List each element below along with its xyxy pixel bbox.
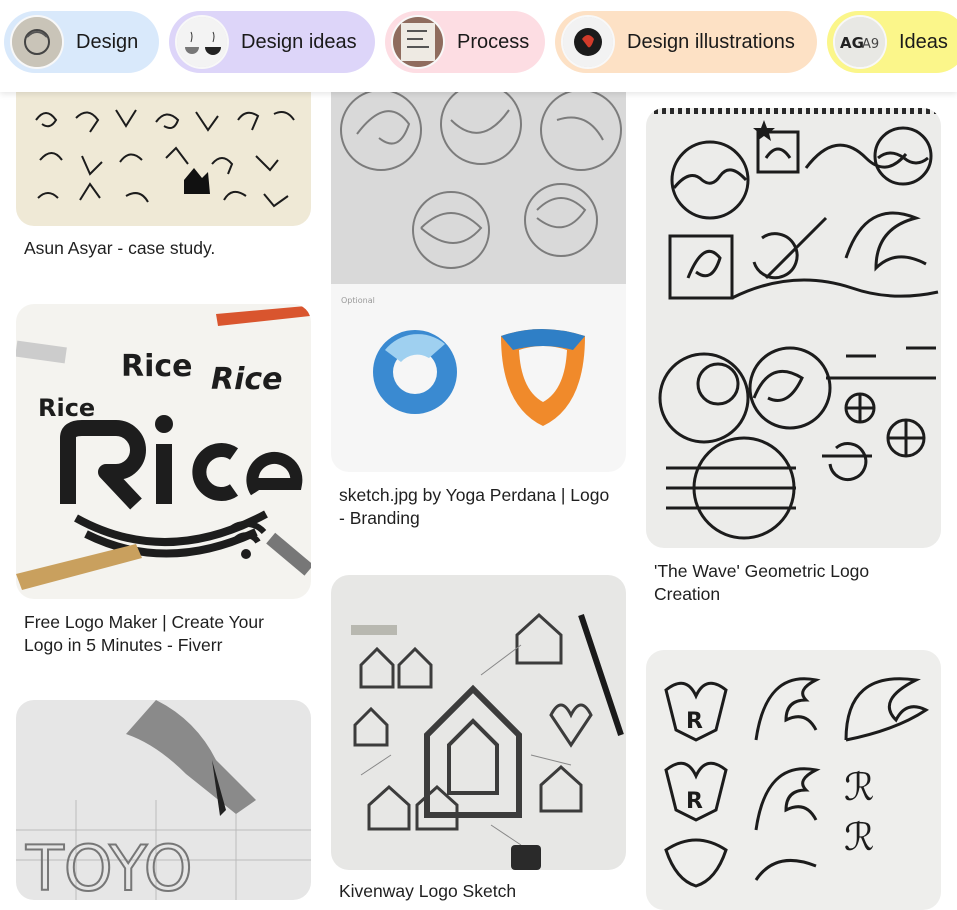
category-chip-bar: Design Design ideas Process Design illus… <box>0 0 957 92</box>
pin-title: sketch.jpg by Yoga Perdana | Logo - Bran… <box>339 485 610 528</box>
chip-process-thumbnail <box>391 15 445 69</box>
chip-design-thumbnail <box>10 15 64 69</box>
pin-image: R R ℛ ℛ <box>646 650 941 910</box>
chip-design-ideas[interactable]: Design ideas <box>169 11 375 73</box>
chip-ideas-thumbnail: AG A9 <box>833 15 887 69</box>
chip-label: Design illustrations <box>627 30 795 53</box>
chip-label: Ideas <box>899 30 948 53</box>
chip-label: Design <box>76 30 139 53</box>
svg-text:Optional: Optional <box>341 296 375 305</box>
svg-text:ℛ: ℛ <box>844 815 874 859</box>
chip-design-illustrations[interactable]: Design illustrations <box>555 11 817 73</box>
chip-label: Process <box>457 30 530 53</box>
svg-text:R: R <box>686 709 703 734</box>
pin-rice-logo[interactable]: Rice Rice Rice Free Logo Maker | Create … <box>16 304 311 664</box>
pin-image <box>646 108 941 548</box>
pin-image: Optional <box>331 60 626 472</box>
chip-ideas[interactable]: AG A9 Ideas <box>827 11 957 73</box>
pin-title: 'The Wave' Geometric Logo Creation <box>654 561 870 604</box>
chip-process[interactable]: Process <box>385 11 545 73</box>
chip-design[interactable]: Design <box>4 11 159 73</box>
svg-text:Rice: Rice <box>121 349 193 384</box>
pin-wave-geometric-logo[interactable]: 'The Wave' Geometric Logo Creation <box>646 108 941 618</box>
svg-text:Rice: Rice <box>211 362 283 397</box>
chip-design-ideas-thumbnail <box>175 15 229 69</box>
chip-design-illustrations-thumbnail <box>561 15 615 69</box>
svg-text:Rice: Rice <box>38 394 95 422</box>
pin-toyo-sketch[interactable]: TOYO <box>16 700 311 900</box>
pin-asun-asyar[interactable]: Asun Asyar - case study. <box>16 60 311 275</box>
pin-yoga-perdana-sketch[interactable]: Optional sketch.jpg by Yoga Perdana | Lo… <box>331 60 626 540</box>
svg-text:ℛ: ℛ <box>844 765 874 809</box>
pin-image <box>331 575 626 870</box>
pin-image: TOYO <box>16 700 311 900</box>
svg-text:TOYO: TOYO <box>25 832 193 900</box>
pin-eagle-logo-sketch[interactable]: R R ℛ ℛ <box>646 650 941 910</box>
pin-title: Asun Asyar - case study. <box>24 238 216 258</box>
chip-label: Design ideas <box>241 30 357 53</box>
svg-text:R: R <box>686 789 703 814</box>
svg-text:AG: AG <box>840 34 864 52</box>
pin-title: Kivenway Logo Sketch <box>339 881 517 901</box>
pin-image: Rice Rice Rice <box>16 304 311 599</box>
pin-kivenway-logo-sketch[interactable]: Kivenway Logo Sketch <box>331 575 626 901</box>
svg-text:A9: A9 <box>862 37 879 52</box>
pin-title: Free Logo Maker | Create Your Logo in 5 … <box>24 612 264 655</box>
